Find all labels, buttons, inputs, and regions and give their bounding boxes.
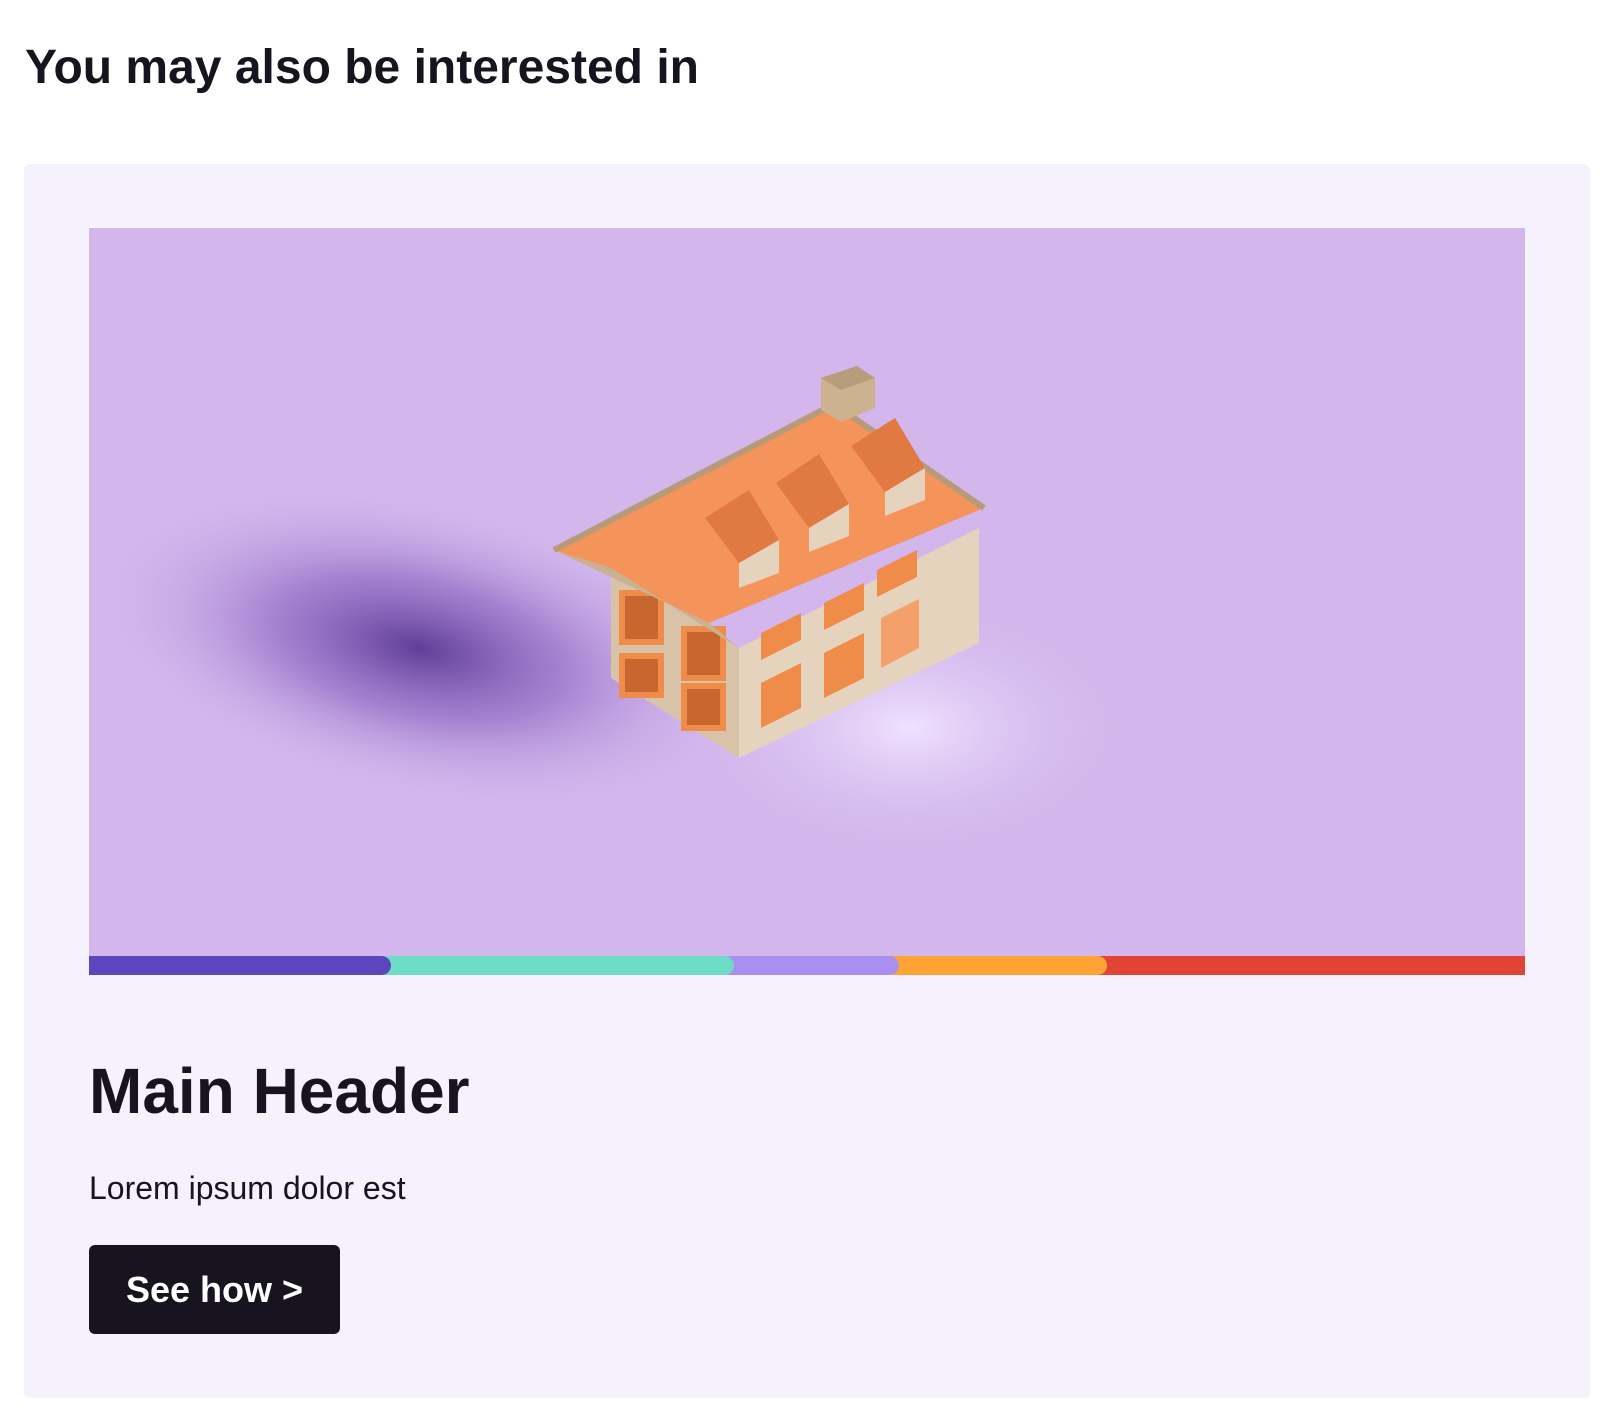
color-stripe (89, 956, 1525, 975)
section-title: You may also be interested in (25, 41, 699, 94)
card-title: Main Header (89, 1055, 470, 1127)
card-description: Lorem ipsum dolor est (89, 1170, 406, 1206)
card-image (89, 228, 1525, 975)
see-how-button[interactable]: See how > (89, 1245, 340, 1334)
stripe-segment-indigo (89, 956, 391, 975)
promo-card: Main Header Lorem ipsum dolor est See ho… (24, 164, 1590, 1398)
house-illustration (89, 228, 1525, 975)
